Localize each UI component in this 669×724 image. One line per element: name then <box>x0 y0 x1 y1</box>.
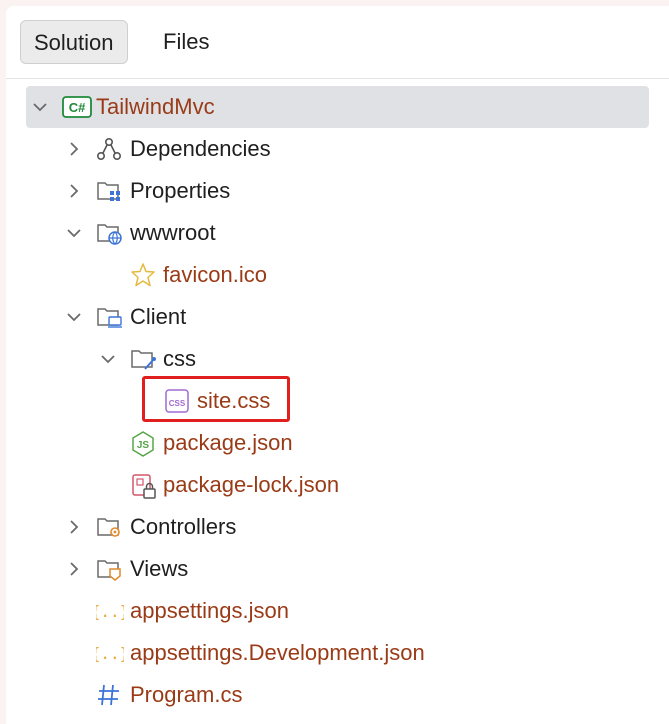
tree-item-package-json[interactable]: JS package.json <box>20 422 649 464</box>
project-label: TailwindMvc <box>96 94 215 119</box>
program-label: Program.cs <box>130 682 243 707</box>
csharp-file-icon <box>96 682 122 708</box>
tab-files[interactable]: Files <box>150 20 222 64</box>
folder-open-icon <box>96 304 122 330</box>
tree-item-package-lock[interactable]: package-lock.json <box>20 464 649 506</box>
svg-text:C#: C# <box>69 100 86 115</box>
chevron-right-icon[interactable] <box>64 559 84 579</box>
tree-item-controllers[interactable]: Controllers <box>20 506 649 548</box>
favicon-label: favicon.ico <box>163 262 267 287</box>
csharp-project-icon: C# <box>62 95 92 121</box>
controllers-label: Controllers <box>130 514 237 539</box>
star-icon <box>130 262 156 288</box>
web-folder-icon <box>96 220 122 246</box>
tree-item-client[interactable]: Client <box>20 296 649 338</box>
client-label: Client <box>130 304 187 329</box>
svg-text:CSS: CSS <box>169 399 186 408</box>
tree-item-properties[interactable]: Properties <box>20 170 649 212</box>
tree-item-site-css[interactable]: CSS site.css <box>20 380 649 422</box>
chevron-down-icon[interactable] <box>30 97 50 117</box>
tree-item-dependencies[interactable]: Dependencies <box>20 128 649 170</box>
css-file-icon: CSS <box>164 388 190 414</box>
tree-item-css-folder[interactable]: css <box>20 338 649 380</box>
appsettings-label: appsettings.json <box>130 598 289 623</box>
tree-item-views[interactable]: Views <box>20 548 649 590</box>
site-css-label: site.css <box>197 388 271 413</box>
chevron-right-icon[interactable] <box>64 139 84 159</box>
views-label: Views <box>130 556 189 581</box>
tree-item-wwwroot[interactable]: wwwroot <box>20 212 649 254</box>
chevron-right-icon[interactable] <box>64 517 84 537</box>
nodejs-icon: JS <box>130 430 156 457</box>
dependencies-icon <box>96 136 122 162</box>
svg-text:{..}: {..} <box>96 602 124 621</box>
tab-bar: Solution Files <box>6 6 669 79</box>
svg-text:JS: JS <box>137 440 150 451</box>
package-json-label: package.json <box>163 430 293 455</box>
chevron-down-icon[interactable] <box>64 223 84 243</box>
styles-folder-icon <box>130 346 156 372</box>
svg-text:{..}: {..} <box>96 644 124 663</box>
tree-item-program[interactable]: Program.cs <box>20 674 649 716</box>
dependencies-label: Dependencies <box>130 136 271 161</box>
properties-folder-icon <box>96 178 122 204</box>
appsettings-dev-label: appsettings.Development.json <box>130 640 425 665</box>
tree-item-appsettings[interactable]: {..} appsettings.json <box>20 590 649 632</box>
chevron-down-icon[interactable] <box>98 349 118 369</box>
tree-item-project[interactable]: C# TailwindMvc <box>26 86 649 128</box>
chevron-right-icon[interactable] <box>64 181 84 201</box>
controllers-folder-icon <box>96 514 122 540</box>
wwwroot-label: wwwroot <box>130 220 216 245</box>
chevron-down-icon[interactable] <box>64 307 84 327</box>
views-folder-icon <box>96 556 122 582</box>
tree-item-appsettings-dev[interactable]: {..} appsettings.Development.json <box>20 632 649 674</box>
tree-item-favicon[interactable]: favicon.ico <box>20 254 649 296</box>
locked-file-icon <box>130 472 156 499</box>
package-lock-label: package-lock.json <box>163 472 340 497</box>
properties-label: Properties <box>130 178 231 203</box>
json-file-icon: {..} <box>96 640 124 666</box>
tab-solution[interactable]: Solution <box>20 20 128 64</box>
json-file-icon: {..} <box>96 598 124 624</box>
css-folder-label: css <box>163 346 196 371</box>
